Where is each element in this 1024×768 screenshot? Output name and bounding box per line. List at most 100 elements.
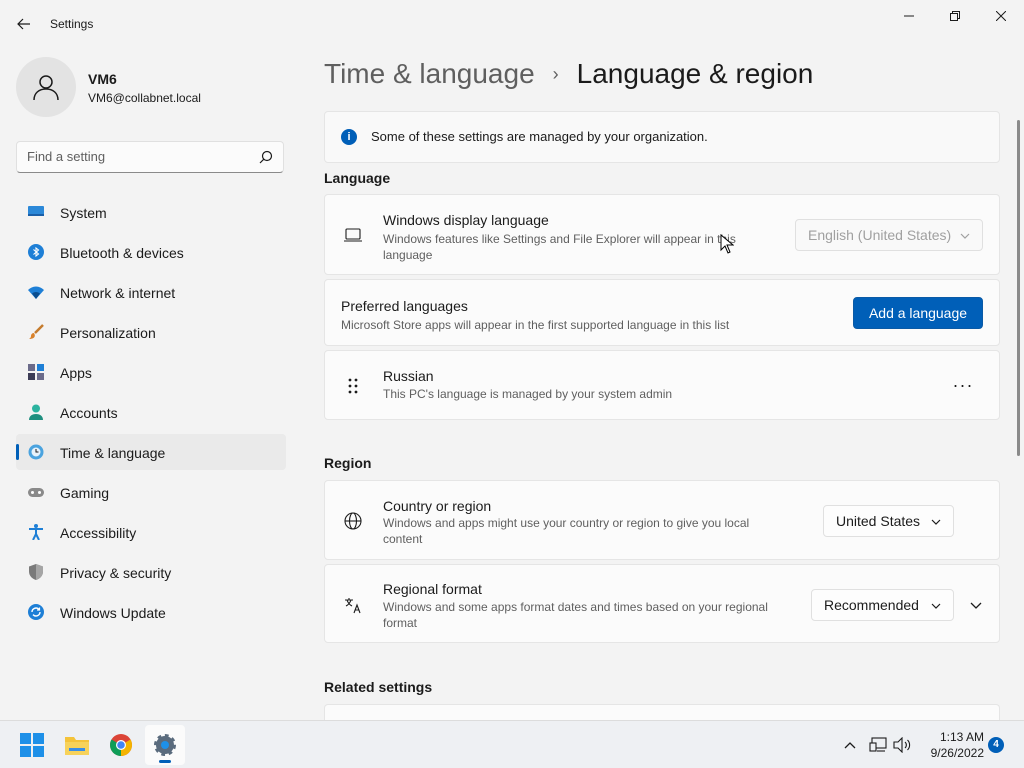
- clock[interactable]: 1:13 AM 9/26/2022: [914, 729, 984, 761]
- sidebar-item-personalization[interactable]: Personalization: [16, 314, 286, 350]
- russian-desc: This PC's language is managed by your sy…: [383, 387, 673, 401]
- folder-icon: [65, 737, 89, 755]
- chevron-down-icon: [960, 233, 970, 239]
- close-button[interactable]: [978, 0, 1024, 32]
- sidebar-item-network[interactable]: Network & internet: [16, 274, 286, 310]
- globe-icon: [344, 512, 362, 530]
- sidebar-item-label: Bluetooth & devices: [60, 245, 184, 261]
- wifi-icon: [28, 286, 44, 299]
- sidebar-item-label: Privacy & security: [60, 565, 172, 581]
- breadcrumb-separator: ›: [552, 63, 559, 84]
- profile-email: VM6@collabnet.local: [88, 91, 201, 105]
- monitor-icon: [28, 206, 44, 216]
- show-hidden-icons-button[interactable]: [838, 733, 862, 757]
- sidebar-item-label: Network & internet: [60, 285, 176, 301]
- back-button[interactable]: [8, 8, 40, 40]
- minimize-button[interactable]: [886, 0, 932, 32]
- network-tray-button[interactable]: [866, 733, 890, 757]
- brush-icon: [29, 324, 44, 339]
- clock-globe-icon: [28, 444, 44, 460]
- start-button[interactable]: [12, 725, 52, 765]
- managed-by-org-infobar: i Some of these settings are managed by …: [324, 111, 1000, 163]
- settings-app-button[interactable]: [145, 725, 185, 765]
- search-icon[interactable]: [259, 150, 273, 164]
- sidebar-item-apps[interactable]: Apps: [16, 354, 286, 390]
- chevron-up-icon: [844, 742, 856, 749]
- more-options-button[interactable]: ···: [947, 369, 979, 401]
- display-language-value: English (United States): [808, 227, 952, 243]
- display-language-dropdown: English (United States): [795, 219, 983, 251]
- display-language-desc: Windows features like Settings and File …: [383, 232, 736, 262]
- sidebar-item-accounts[interactable]: Accounts: [16, 394, 286, 430]
- user-profile[interactable]: VM6 VM6@collabnet.local: [16, 57, 286, 117]
- maximize-button[interactable]: [932, 0, 978, 32]
- chevron-down-icon: [931, 519, 941, 525]
- breadcrumb: Time & language › Language & region: [324, 58, 813, 90]
- country-region-value: United States: [836, 513, 921, 529]
- clock-date: 9/26/2022: [930, 746, 984, 760]
- language-section-heading: Language: [324, 170, 391, 186]
- sidebar-item-gaming[interactable]: Gaming: [16, 474, 286, 510]
- sidebar-nav: System Bluetooth & devices Network & int…: [16, 194, 286, 634]
- clock-time: 1:13 AM: [939, 730, 984, 744]
- regional-format-desc: Windows and some apps format dates and t…: [383, 600, 768, 630]
- country-region-dropdown[interactable]: United States: [823, 505, 954, 537]
- apps-icon: [28, 364, 44, 380]
- drag-handle-icon[interactable]: [343, 376, 363, 396]
- volume-tray-button[interactable]: [890, 733, 914, 757]
- close-icon: [996, 11, 1006, 21]
- sidebar-item-label: Windows Update: [60, 605, 166, 621]
- preferred-languages-desc: Microsoft Store apps will appear in the …: [341, 318, 730, 332]
- regional-format-title: Regional format: [383, 581, 482, 597]
- title-bar: Settings: [0, 0, 1024, 48]
- update-icon: [28, 604, 44, 620]
- chevron-down-icon: [931, 603, 941, 609]
- country-region-title: Country or region: [383, 498, 492, 514]
- info-text: Some of these settings are managed by yo…: [371, 129, 708, 144]
- country-region-card: Country or region Windows and apps might…: [324, 480, 1000, 560]
- sidebar-item-accessibility[interactable]: Accessibility: [16, 514, 286, 550]
- search-box[interactable]: [16, 141, 284, 173]
- sidebar-item-label: Accessibility: [60, 525, 137, 541]
- avatar: [16, 57, 76, 117]
- regional-format-dropdown[interactable]: Recommended: [811, 589, 954, 621]
- preferred-languages-title: Preferred languages: [341, 298, 468, 314]
- laptop-icon: [344, 228, 362, 242]
- chrome-button[interactable]: [101, 725, 141, 765]
- sidebar-item-label: Time & language: [60, 445, 166, 461]
- add-language-button[interactable]: Add a language: [853, 297, 983, 329]
- preferred-languages-card: Preferred languages Microsoft Store apps…: [324, 279, 1000, 346]
- country-region-desc: Windows and apps might use your country …: [383, 516, 750, 546]
- network-icon: [869, 737, 887, 752]
- sidebar-item-label: Gaming: [60, 485, 110, 501]
- page-title: Language & region: [576, 58, 814, 89]
- display-language-title: Windows display language: [383, 212, 549, 228]
- info-icon: i: [341, 129, 357, 145]
- windows-logo-icon: [20, 733, 44, 757]
- profile-name: VM6: [88, 71, 117, 87]
- file-explorer-button[interactable]: [57, 725, 97, 765]
- gear-icon: [154, 734, 176, 756]
- regional-format-card[interactable]: Regional format Windows and some apps fo…: [324, 564, 1000, 643]
- notification-badge[interactable]: 4: [988, 737, 1004, 753]
- sidebar-item-bluetooth[interactable]: Bluetooth & devices: [16, 234, 286, 270]
- language-format-icon: [345, 598, 361, 614]
- gamepad-icon: [28, 488, 44, 497]
- sidebar-item-privacy[interactable]: Privacy & security: [16, 554, 286, 590]
- search-input[interactable]: [27, 149, 247, 164]
- minimize-icon: [904, 15, 914, 17]
- breadcrumb-parent-link[interactable]: Time & language: [324, 58, 535, 90]
- sidebar-item-time-language[interactable]: Time & language: [16, 434, 286, 470]
- restore-icon: [950, 11, 960, 21]
- sidebar-item-label: Personalization: [60, 325, 156, 341]
- taskbar: 1:13 AM 9/26/2022 4: [0, 720, 1024, 768]
- arrow-left-icon: [17, 18, 30, 30]
- related-settings-heading: Related settings: [324, 679, 433, 695]
- window-title: Settings: [50, 17, 94, 31]
- scrollbar[interactable]: [1017, 120, 1020, 456]
- expand-regional-format-button[interactable]: [960, 589, 992, 621]
- sidebar-item-windows-update[interactable]: Windows Update: [16, 594, 286, 630]
- speaker-icon: [893, 737, 911, 753]
- sidebar-item-system[interactable]: System: [16, 194, 286, 230]
- regional-format-value: Recommended: [824, 597, 919, 613]
